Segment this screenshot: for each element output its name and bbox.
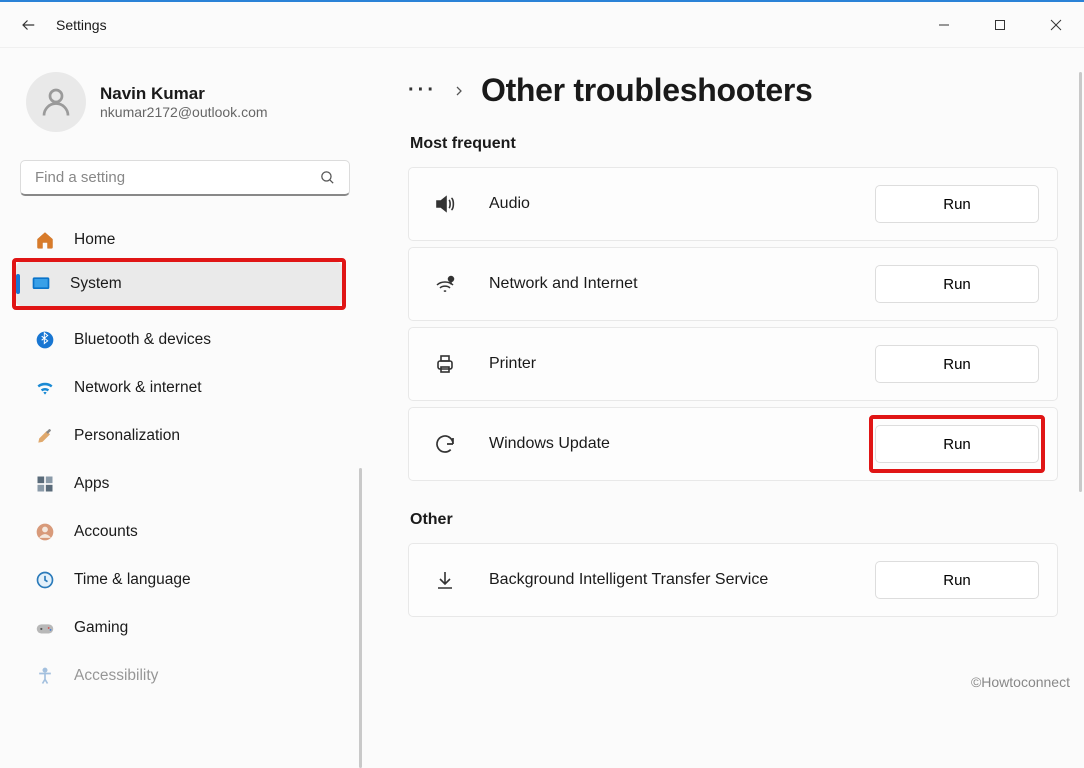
bluetooth-icon (34, 329, 56, 351)
sidebar-item-label: Time & language (74, 571, 191, 589)
breadcrumb: ··· Other troubleshooters (408, 72, 1058, 109)
section-label-most-frequent: Most frequent (410, 135, 1058, 153)
highlight-run-update: Run (871, 417, 1043, 471)
troubleshooter-label: Network and Internet (489, 275, 875, 293)
watermark: ©Howtoconnect (971, 674, 1070, 690)
search-icon (319, 169, 336, 186)
sidebar-item-gaming[interactable]: Gaming (20, 606, 360, 650)
accounts-icon (34, 521, 56, 543)
person-icon (38, 84, 74, 120)
search-input[interactable] (20, 160, 350, 196)
wifi-icon (34, 377, 56, 399)
sidebar-item-label: System (70, 275, 122, 293)
highlight-system: System (14, 260, 344, 308)
window-controls (916, 6, 1084, 44)
printer-icon (433, 352, 463, 376)
breadcrumb-more[interactable]: ··· (408, 79, 437, 102)
chevron-right-icon (453, 84, 465, 98)
sidebar-item-network[interactable]: Network & internet (20, 366, 360, 410)
sidebar-item-label: Personalization (74, 427, 180, 445)
maximize-icon (994, 19, 1006, 31)
titlebar: Settings (0, 0, 1084, 48)
download-icon (433, 568, 463, 592)
sidebar-item-label: Accessibility (74, 667, 158, 685)
profile-email: nkumar2172@outlook.com (100, 104, 268, 120)
audio-icon (433, 192, 463, 216)
troubleshooter-audio: Audio Run (408, 167, 1058, 241)
arrow-left-icon (20, 16, 38, 34)
sidebar-item-personalization[interactable]: Personalization (20, 414, 360, 458)
sidebar-item-label: Apps (74, 475, 109, 493)
run-button-bits[interactable]: Run (875, 561, 1039, 599)
minimize-icon (938, 19, 950, 31)
run-button-network[interactable]: Run (875, 265, 1039, 303)
gamepad-icon (34, 617, 56, 639)
system-icon (30, 273, 52, 295)
main-content: ··· Other troubleshooters Most frequent … (372, 48, 1084, 728)
troubleshooter-label: Windows Update (489, 435, 871, 453)
back-button[interactable] (20, 16, 38, 34)
update-icon (433, 432, 463, 456)
sidebar-scrollbar[interactable] (359, 468, 362, 768)
clock-icon (34, 569, 56, 591)
sidebar-item-label: Accounts (74, 523, 138, 541)
maximize-button[interactable] (972, 6, 1028, 44)
sidebar-item-label: Bluetooth & devices (74, 331, 211, 349)
profile[interactable]: Navin Kumar nkumar2172@outlook.com (20, 72, 360, 132)
profile-name: Navin Kumar (100, 84, 268, 104)
run-button-printer[interactable]: Run (875, 345, 1039, 383)
home-icon (34, 229, 56, 251)
sidebar-item-accounts[interactable]: Accounts (20, 510, 360, 554)
run-button-windows-update[interactable]: Run (875, 425, 1039, 463)
run-button-audio[interactable]: Run (875, 185, 1039, 223)
sidebar-item-label: Gaming (74, 619, 128, 637)
accessibility-icon (34, 665, 56, 687)
troubleshooter-network: Network and Internet Run (408, 247, 1058, 321)
page-title: Other troubleshooters (481, 72, 813, 109)
close-button[interactable] (1028, 6, 1084, 44)
troubleshooter-label: Printer (489, 355, 875, 373)
sidebar-item-label: Network & internet (74, 379, 202, 397)
avatar (26, 72, 86, 132)
sidebar-item-system[interactable]: System (16, 262, 342, 306)
sidebar-item-label: Home (74, 231, 115, 249)
troubleshooter-label: Audio (489, 195, 875, 213)
troubleshooter-bits: Background Intelligent Transfer Service … (408, 543, 1058, 617)
nav: Home System Bluetooth & devices Network … (20, 218, 360, 698)
section-label-other: Other (410, 511, 1058, 529)
apps-icon (34, 473, 56, 495)
sidebar-item-bluetooth[interactable]: Bluetooth & devices (20, 318, 360, 362)
troubleshooter-label: Background Intelligent Transfer Service (489, 571, 875, 589)
sidebar-item-home[interactable]: Home (20, 218, 360, 262)
network-icon (433, 272, 463, 296)
troubleshooter-printer: Printer Run (408, 327, 1058, 401)
brush-icon (34, 425, 56, 447)
sidebar-item-accessibility[interactable]: Accessibility (20, 654, 360, 698)
sidebar-item-apps[interactable]: Apps (20, 462, 360, 506)
app-title: Settings (56, 17, 107, 33)
minimize-button[interactable] (916, 6, 972, 44)
troubleshooter-windows-update: Windows Update Run (408, 407, 1058, 481)
sidebar: Navin Kumar nkumar2172@outlook.com Home … (0, 48, 372, 728)
sidebar-item-time[interactable]: Time & language (20, 558, 360, 602)
main-scrollbar[interactable] (1079, 72, 1082, 492)
close-icon (1050, 19, 1062, 31)
